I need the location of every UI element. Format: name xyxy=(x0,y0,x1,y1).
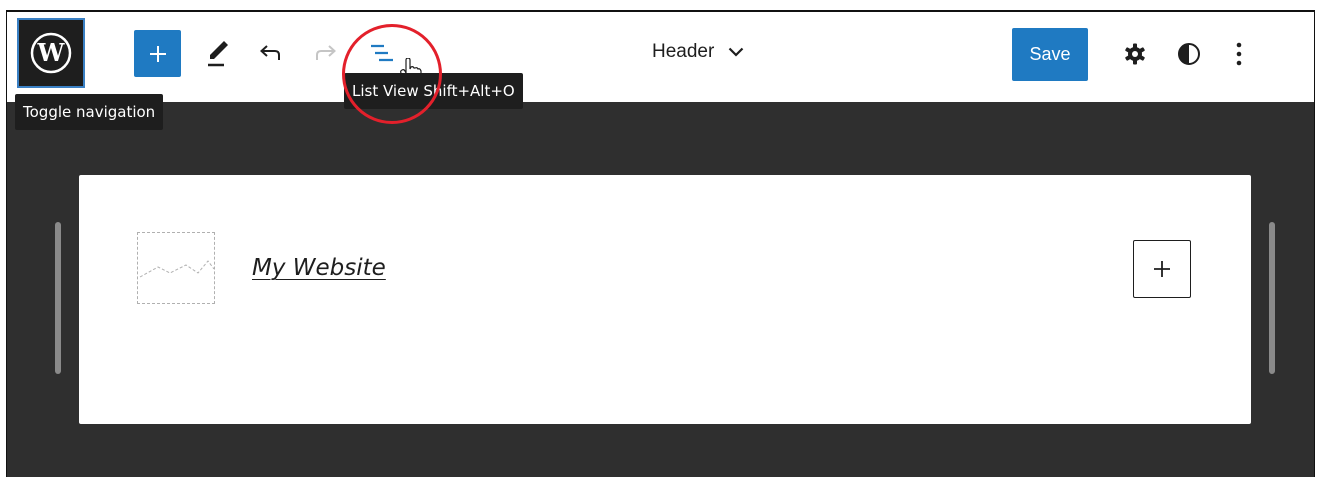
undo-icon xyxy=(260,45,280,60)
site-title[interactable]: My Website xyxy=(252,255,386,281)
undo-button[interactable] xyxy=(252,36,288,72)
pencil-icon xyxy=(208,41,228,67)
list-view-shortcut: Shift+Alt+O xyxy=(423,82,515,100)
half-circle-icon xyxy=(1178,43,1200,65)
styles-button[interactable] xyxy=(1171,36,1207,72)
list-view-tooltip: List View Shift+Alt+O xyxy=(344,73,523,109)
svg-text:W: W xyxy=(37,38,66,67)
wordpress-icon[interactable]: W xyxy=(17,18,85,88)
editor-frame: W Header Save Toggle navigation List Vie… xyxy=(6,10,1315,477)
plus-icon xyxy=(1154,261,1170,277)
list-view-tooltip-label: List View xyxy=(352,82,419,100)
toggle-navigation-tooltip: Toggle navigation xyxy=(15,94,164,130)
settings-button[interactable] xyxy=(1117,36,1153,72)
template-part-title: Header xyxy=(652,41,715,62)
redo-icon xyxy=(316,45,336,60)
add-block-button[interactable] xyxy=(134,30,181,77)
save-button[interactable]: Save xyxy=(1012,28,1088,81)
site-logo-placeholder[interactable] xyxy=(137,232,215,304)
resize-handle-right[interactable] xyxy=(1269,222,1275,374)
list-view-button[interactable] xyxy=(364,36,400,72)
vertical-dots-icon xyxy=(1236,42,1242,66)
plus-icon xyxy=(149,45,166,62)
options-button[interactable] xyxy=(1221,36,1257,72)
list-view-icon xyxy=(371,44,393,62)
gear-icon xyxy=(1125,43,1145,65)
template-part-selector[interactable]: Header xyxy=(652,32,744,72)
editor-canvas: My Website xyxy=(79,175,1251,424)
image-placeholder-icon xyxy=(139,260,215,278)
tools-button[interactable] xyxy=(200,35,236,71)
block-inserter-button[interactable] xyxy=(1133,240,1191,298)
editor-toolbar: W Header Save xyxy=(7,10,1314,102)
resize-handle-left[interactable] xyxy=(55,222,61,374)
redo-button[interactable] xyxy=(308,36,344,72)
top-border xyxy=(7,10,1314,12)
chevron-down-icon xyxy=(729,47,744,57)
